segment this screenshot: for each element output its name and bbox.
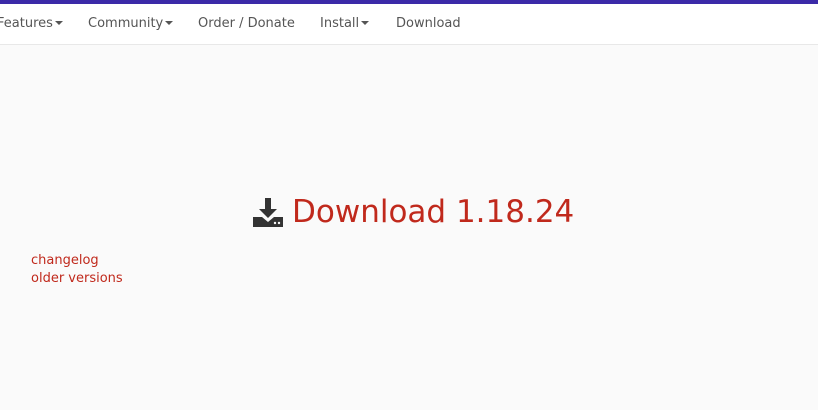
nav-community-label: Community	[88, 16, 164, 31]
download-button[interactable]: Download 1.18.24	[252, 192, 574, 232]
nav-community[interactable]: Community	[88, 4, 174, 44]
download-label: Download 1.18.24	[292, 194, 575, 230]
changelog-link[interactable]: changelog	[31, 252, 99, 270]
nav-order-donate-label: Order / Donate	[198, 16, 295, 31]
chevron-down-icon	[165, 21, 174, 25]
download-icon	[253, 198, 283, 227]
nav-order-donate[interactable]: Order / Donate	[198, 4, 295, 44]
chevron-down-icon	[54, 21, 63, 25]
nav-features-label: Features	[0, 16, 53, 31]
nav-install-label: Install	[320, 16, 360, 31]
nav-download-label: Download	[396, 16, 461, 31]
nav-features[interactable]: Features	[0, 4, 63, 44]
top-navigation: Features Community Order / Donate Instal…	[0, 4, 818, 45]
chevron-down-icon	[361, 21, 370, 25]
older-versions-link[interactable]: older versions	[31, 270, 123, 288]
nav-download[interactable]: Download	[396, 4, 461, 44]
nav-install[interactable]: Install	[320, 4, 370, 44]
